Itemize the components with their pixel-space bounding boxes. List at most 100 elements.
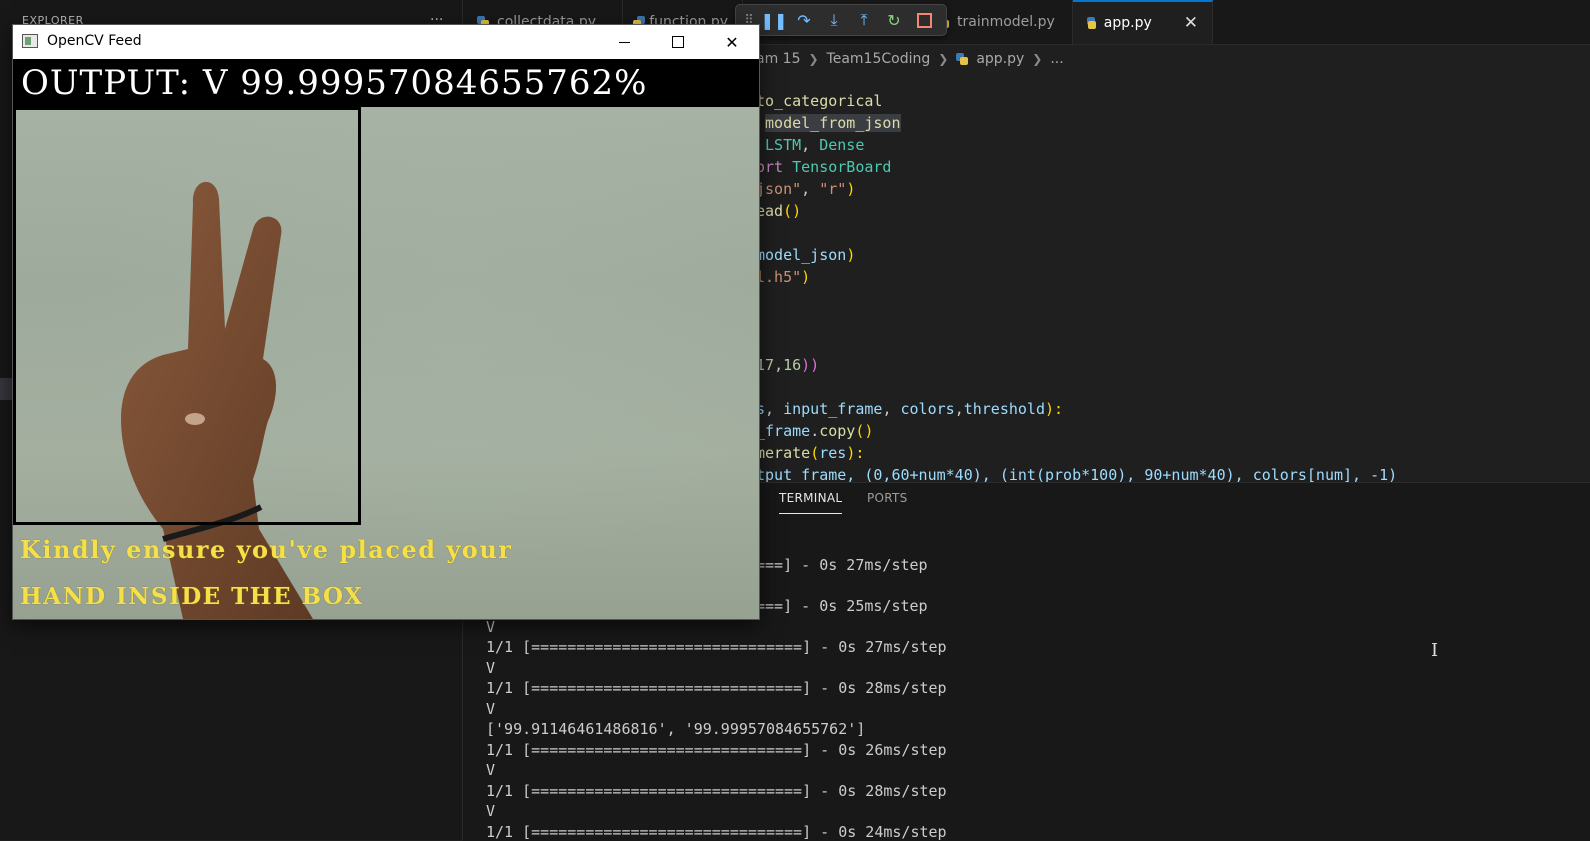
breadcrumb: am 15 ❯ Team15Coding ❯ app.py ❯ ...	[756, 48, 1064, 70]
terminal-line: 1/1 [==============================] - 0…	[486, 679, 947, 697]
close-icon: ✕	[725, 32, 739, 52]
code-editor[interactable]: to_categorical model_from_json LSTM, Den…	[756, 90, 1590, 482]
code-token: ))	[801, 356, 820, 374]
code-token: model_from_json	[765, 114, 901, 132]
code-token: TensorBoard	[792, 158, 892, 176]
chevron-right-icon: ❯	[938, 52, 949, 66]
chevron-right-icon: ❯	[1032, 52, 1043, 66]
terminal-line: ===] - 0s 25ms/step	[756, 597, 928, 615]
code-token: copy	[819, 422, 856, 440]
pause-icon[interactable]: ❚❚	[761, 10, 788, 30]
window-title: OpenCV Feed	[47, 33, 142, 49]
code-token: _frame	[756, 422, 811, 440]
window-titlebar[interactable]: OpenCV Feed ✕	[13, 25, 759, 59]
code-line: model_from_json	[756, 112, 901, 134]
code-token: l.h5"	[756, 268, 802, 286]
terminal-line: 1/1 [==============================] - 0…	[486, 781, 947, 800]
code-token: input_frame	[783, 400, 883, 418]
terminal-line: ===] - 0s 27ms/step	[756, 556, 928, 574]
code-token: ()	[783, 202, 802, 220]
code-token: 16	[783, 356, 802, 374]
code-token: model_json	[756, 246, 847, 264]
breadcrumb-item[interactable]: ...	[1050, 51, 1063, 67]
hand-roi-box	[13, 107, 361, 525]
camera-frame: OUTPUT: V 99.99957084655762% Kindly ensu…	[13, 59, 759, 619]
code-token: ,	[801, 136, 820, 154]
code-line: to_categorical	[756, 90, 882, 112]
tab-terminal[interactable]: TERMINAL	[779, 491, 843, 514]
breadcrumb-item[interactable]: Team15Coding	[827, 51, 931, 67]
code-line: model_json)	[756, 244, 855, 266]
code-token: )	[846, 246, 856, 264]
code-token: ):	[1045, 400, 1064, 418]
code-token: ()	[855, 422, 874, 440]
breadcrumb-item[interactable]: am 15	[756, 51, 800, 67]
code-line: l.h5")	[756, 266, 810, 288]
restart-icon[interactable]: ↻	[884, 10, 904, 30]
terminal-line: V	[486, 658, 496, 677]
prediction-output: OUTPUT: V 99.99957084655762%	[21, 63, 648, 103]
code-token: threshold	[963, 400, 1045, 418]
instruction-line-2: HAND INSIDE THE BOX	[20, 583, 364, 610]
code-token: ,	[801, 180, 820, 198]
close-tab-icon[interactable]: ✕	[1184, 13, 1198, 33]
code-token: ,	[765, 400, 784, 418]
terminal-line: V	[486, 617, 496, 636]
code-token: "r"	[819, 180, 847, 198]
python-file-icon	[956, 53, 969, 65]
code-line: merate(res):	[756, 442, 864, 464]
stop-icon[interactable]	[914, 10, 934, 30]
terminal-line: V	[486, 802, 496, 820]
code-token: ort	[756, 158, 793, 176]
code-token: res	[819, 444, 847, 462]
maximize-icon	[672, 36, 684, 48]
code-token: ,	[882, 400, 901, 418]
code-line: 17,16))	[756, 354, 819, 376]
tab-app[interactable]: app.py ✕	[1073, 0, 1213, 44]
opencv-window[interactable]: OpenCV Feed ✕ OUTPUT: V 99.9995708465576…	[12, 24, 760, 620]
code-line: _frame.copy()	[756, 420, 873, 442]
tab-label: app.py	[1103, 15, 1152, 31]
code-line: ead()	[756, 200, 801, 222]
code-token: ead	[756, 202, 784, 220]
code-token: colors	[900, 400, 955, 418]
maximize-button[interactable]	[651, 25, 705, 59]
step-over-icon[interactable]: ↷	[794, 10, 814, 30]
code-token: ,	[774, 356, 784, 374]
terminal-line: 1/1 [==============================] - 0…	[486, 638, 947, 656]
code-line: LSTM, Dense	[756, 134, 864, 156]
breadcrumb-item[interactable]: app.py	[976, 51, 1024, 67]
tab-label: trainmodel.py	[957, 14, 1055, 30]
code-token: ):	[846, 444, 865, 462]
code-token: )	[801, 268, 811, 286]
terminal-line: V	[486, 699, 496, 718]
code-line: ort TensorBoard	[756, 156, 891, 178]
code-line: json", "r")	[756, 178, 855, 200]
chevron-right-icon: ❯	[808, 52, 819, 66]
code-token: .	[810, 422, 820, 440]
close-button[interactable]: ✕	[705, 25, 759, 59]
text-cursor-icon: I	[1431, 640, 1439, 661]
code-token: )	[846, 180, 856, 198]
app-window-icon	[22, 34, 38, 48]
python-file-icon	[1087, 17, 1096, 29]
instruction-line-1: Kindly ensure you've placed your	[20, 535, 513, 564]
minimize-icon	[618, 41, 630, 43]
code-line: tput_frame, (0,60+num*40), (int(prob*100…	[756, 464, 1397, 482]
code-line: s, input_frame, colors,threshold):	[756, 398, 1063, 420]
step-out-icon[interactable]: ⤒	[854, 10, 874, 30]
debug-toolbar: ⠿ ❚❚ ↷ ⤓ ⤒ ↻	[735, 4, 947, 36]
code-token: (	[810, 444, 820, 462]
minimize-button[interactable]	[597, 25, 651, 59]
code-token: ,	[954, 400, 964, 418]
code-token: merate	[756, 444, 811, 462]
terminal-line: 1/1 [==============================] - 0…	[486, 822, 947, 841]
terminal-line: V	[486, 761, 496, 779]
code-token: tput_frame, (0,60+num*40), (int(prob*100…	[756, 466, 1398, 482]
sidebar-selected-row[interactable]	[0, 378, 12, 400]
code-token: LSTM	[765, 136, 802, 154]
code-token: to_categorical	[756, 92, 883, 110]
tab-ports[interactable]: PORTS	[867, 491, 908, 513]
code-token: Dense	[819, 136, 865, 154]
step-into-icon[interactable]: ⤓	[824, 10, 844, 30]
